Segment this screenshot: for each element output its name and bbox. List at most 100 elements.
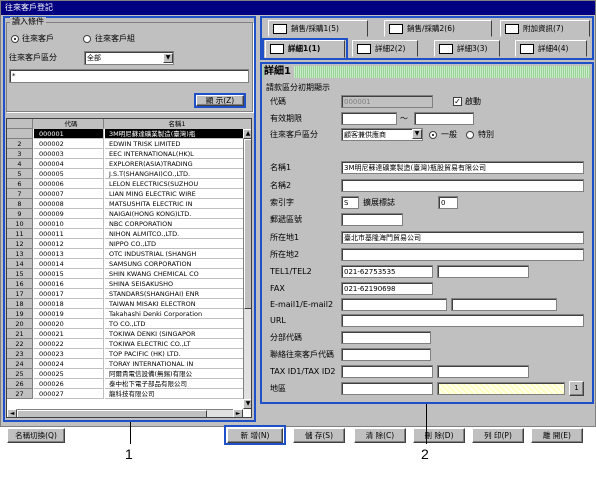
address1-field[interactable]: 臺北市基隆海門貿易公司 <box>341 231 584 244</box>
table-row[interactable]: 24 000024 TORAY INTERNATIONAL IN <box>7 359 251 369</box>
customer-category-select[interactable]: 顧客兼供應商 <box>341 128 423 141</box>
grid-hscroll-thumb[interactable] <box>17 410 207 417</box>
tab-detail-1[interactable]: 詳細1(1) <box>265 40 345 58</box>
row-name: 3M明尼蘇達礦業製造(臺灣)瓶 <box>105 129 245 139</box>
email2-field[interactable] <box>451 298 557 311</box>
print-button[interactable]: 列 印(P) <box>472 428 524 443</box>
row-code: 000009 <box>34 209 104 219</box>
clear-button[interactable]: 清 除(C) <box>354 428 406 443</box>
contact-code-field[interactable] <box>341 348 431 361</box>
row-name: 泰中松下電子部品有限公司 <box>105 379 245 389</box>
category-select[interactable]: 全部 <box>84 51 174 65</box>
table-row[interactable]: 11 000011 NIHON ALMITCO.,LTD. <box>7 229 251 239</box>
delete-button[interactable]: 刪 除(D) <box>413 428 465 443</box>
fax-field[interactable]: 021-62190698 <box>341 282 433 295</box>
row-number: 25 <box>7 369 33 379</box>
table-row[interactable]: 2 000002 EDWIN TRISK LIMITED <box>7 139 251 149</box>
zip-field[interactable] <box>341 213 403 226</box>
area-lookup-button[interactable]: 1 <box>569 381 584 396</box>
name1-field[interactable]: 3M明尼蘇達礦業製造(臺灣)瓶股貿易有限公司 <box>341 161 584 174</box>
table-row[interactable]: 12 000012 NIPPO CO.,LTD <box>7 239 251 249</box>
chevron-down-icon[interactable]: ▼ <box>163 53 173 63</box>
table-row[interactable]: 10 000010 NBC CORPORATION <box>7 219 251 229</box>
table-row[interactable]: 6 000006 LELON ELECTRICS(SUZHOU <box>7 179 251 189</box>
tel1-field[interactable]: 021-62753535 <box>341 265 433 278</box>
row-name: TOKIWA ELECTRIC CO.,LT <box>105 339 245 349</box>
table-row[interactable]: 13 000013 OTC INDUSTRIAL (SHANGH <box>7 249 251 259</box>
table-row[interactable]: 9 000009 NAIGAI(HONG KONG)LTD. <box>7 209 251 219</box>
active-checkbox[interactable]: ✓ <box>453 97 462 106</box>
table-row[interactable]: 19 000019 Takahashi Denki Corporation <box>7 309 251 319</box>
row-name: SHINA SEISAKUSHO <box>105 279 245 289</box>
scroll-up-icon[interactable]: ▲ <box>243 129 251 139</box>
index-field[interactable]: S <box>341 196 359 209</box>
table-row[interactable]: 22 000022 TOKIWA ELECTRIC CO.,LT <box>7 339 251 349</box>
tab-detail-4[interactable]: 詳細4(4) <box>515 40 587 57</box>
document-icon <box>439 44 453 54</box>
table-row[interactable]: 16 000016 SHINA SEISAKUSHO <box>7 279 251 289</box>
col-code-header[interactable]: 代碼 <box>34 119 104 129</box>
table-row[interactable]: 5 000005 J.S.T(SHANGHAI)CO.,LTD. <box>7 169 251 179</box>
show-button[interactable]: 顯 示(Z) <box>196 95 244 106</box>
document-icon <box>357 44 371 54</box>
document-icon <box>389 24 403 34</box>
chevron-down-icon[interactable]: ▼ <box>412 129 422 139</box>
table-row[interactable]: 21 000021 TOKIWA DENKI (SINGAPOR <box>7 329 251 339</box>
tax-id1-field[interactable] <box>341 365 433 378</box>
name-switch-button[interactable]: 名稱切換(Q) <box>7 428 65 443</box>
valid-to-field[interactable] <box>414 112 474 125</box>
search-input[interactable]: * <box>9 69 249 83</box>
callout-2: 2 <box>421 446 429 462</box>
close-button[interactable]: 離 開(E) <box>531 428 583 443</box>
radio-customer-group[interactable] <box>83 35 91 43</box>
table-row[interactable]: 4 000004 EXPLORER(ASIA)TRADING <box>7 159 251 169</box>
range-separator: ～ <box>400 114 408 123</box>
table-row[interactable]: 26 000026 泰中松下電子部品有限公司 <box>7 379 251 389</box>
table-row[interactable]: 3 000003 EEC INTERNATIONAL(HK)L <box>7 149 251 159</box>
category-label: 往來客戶區分 <box>9 53 57 62</box>
valid-from-field[interactable] <box>341 112 397 125</box>
billing-initial-label: 請款區分初期顯示 <box>266 83 330 92</box>
tab-sales-purchase-2[interactable]: 銷售/採購2(6) <box>384 20 492 37</box>
table-row[interactable]: 23 000023 TOP PACIFIC (HK) LTD. <box>7 349 251 359</box>
name2-field[interactable] <box>341 179 584 192</box>
table-row[interactable]: 8 000008 MATSUSHITA ELECTRIC IN <box>7 199 251 209</box>
scroll-down-icon[interactable]: ▼ <box>243 399 251 409</box>
tax-id2-field[interactable] <box>437 365 529 378</box>
scroll-left-icon[interactable]: ◄ <box>7 409 17 417</box>
grid-header: 代碼 名稱1 <box>7 119 251 129</box>
table-row[interactable]: 18 000018 TAIWAN MISAKI ELECTRON <box>7 299 251 309</box>
tab-additional-info[interactable]: 附加資訊(7) <box>500 20 590 37</box>
tab-detail-3[interactable]: 詳細3(3) <box>434 40 500 57</box>
radio-special[interactable] <box>466 131 474 139</box>
table-row[interactable]: 14 000014 SAMSUNG CORPORATION <box>7 259 251 269</box>
save-button[interactable]: 儲 存(S) <box>293 428 345 443</box>
address2-field[interactable] <box>341 248 584 261</box>
rank-field[interactable]: 0 <box>438 196 458 209</box>
book-icon <box>505 24 519 34</box>
url-field[interactable] <box>341 314 584 327</box>
table-row[interactable]: 25 000025 阿爾貴電信設備(無錫)有限公 <box>7 369 251 379</box>
row-number: 5 <box>7 169 33 179</box>
table-row[interactable]: 7 000007 LIAN MING ELECTRIC WIRE <box>7 189 251 199</box>
email1-field[interactable] <box>341 298 447 311</box>
table-row[interactable]: 17 000017 STANDARS(SHANGHAI) ENR <box>7 289 251 299</box>
row-code: 000019 <box>34 309 104 319</box>
new-button[interactable]: 新 增(N) <box>227 428 283 443</box>
name1-label: 名稱1 <box>270 163 292 172</box>
area-code-field[interactable] <box>341 382 433 395</box>
table-row[interactable]: 15 000015 SHIN KWANG CHEMICAL CO <box>7 269 251 279</box>
grid-vscroll-thumb[interactable] <box>244 139 251 309</box>
table-row[interactable]: 000001 3M明尼蘇達礦業製造(臺灣)瓶 <box>7 129 251 139</box>
col-name-header[interactable]: 名稱1 <box>105 119 245 129</box>
tel2-field[interactable] <box>437 265 529 278</box>
rank-value: 0 <box>441 199 446 207</box>
radio-customer[interactable] <box>11 35 19 43</box>
scroll-right-icon[interactable]: ► <box>233 409 243 417</box>
tab-detail-2[interactable]: 詳細2(2) <box>352 40 418 57</box>
radio-general[interactable] <box>429 131 437 139</box>
table-row[interactable]: 27 000027 龍科技有限公司 <box>7 389 251 399</box>
table-row[interactable]: 20 000020 TO CO.,LTD <box>7 319 251 329</box>
branch-code-field[interactable] <box>341 331 431 344</box>
tab-sales-purchase-1[interactable]: 銷售/採購1(5) <box>268 20 368 37</box>
